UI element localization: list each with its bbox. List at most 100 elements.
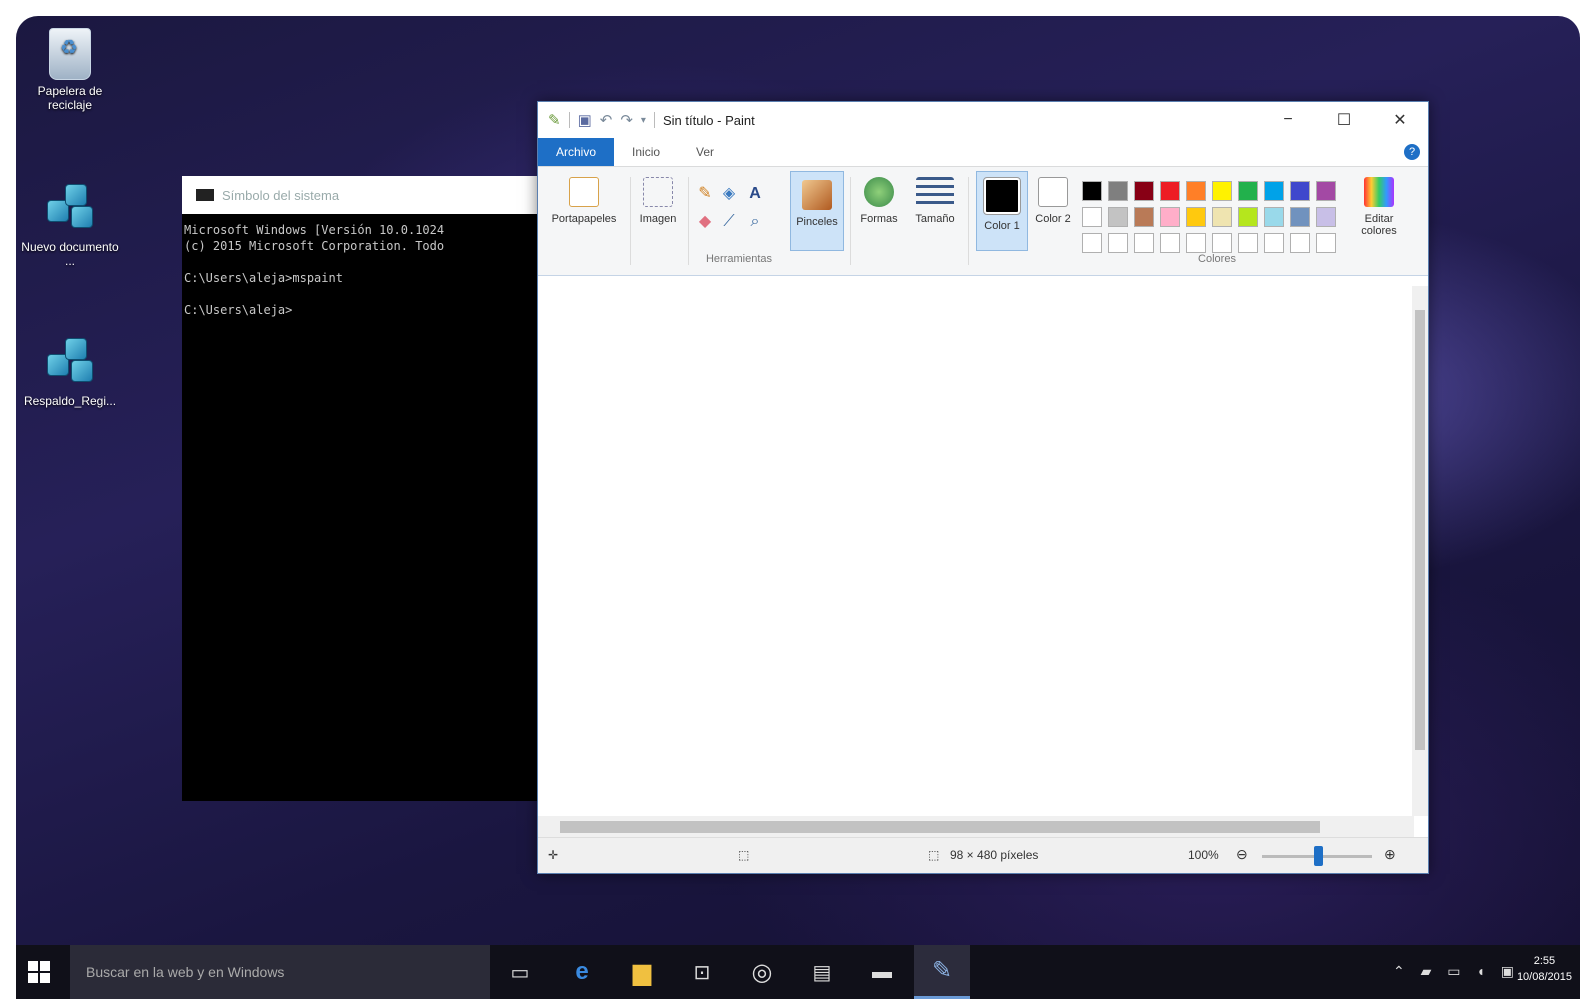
- zoom-out-button[interactable]: ⊖: [1236, 846, 1248, 863]
- clock-time: 2:55: [1533, 955, 1556, 967]
- color-swatch[interactable]: [1238, 207, 1258, 227]
- undo-icon[interactable]: ↶: [600, 111, 613, 129]
- custom-color-swatch[interactable]: [1108, 233, 1128, 253]
- color-swatch[interactable]: [1316, 207, 1336, 227]
- custom-color-swatch[interactable]: [1160, 233, 1180, 253]
- custom-color-swatch[interactable]: [1264, 233, 1284, 253]
- shapes-button[interactable]: Formas: [854, 177, 904, 225]
- image-button[interactable]: Imagen: [632, 177, 684, 225]
- color-swatch[interactable]: [1238, 181, 1258, 201]
- edge-icon[interactable]: e: [554, 945, 610, 999]
- custom-color-swatch[interactable]: [1316, 233, 1336, 253]
- search-box[interactable]: Buscar en la web y en Windows: [70, 945, 490, 999]
- maximize-button[interactable]: ☐: [1316, 102, 1372, 138]
- desktop-icon-new-document[interactable]: Nuevo documento ...: [20, 180, 120, 268]
- redo-icon[interactable]: ↷: [620, 111, 633, 129]
- cmd-taskbar-icon[interactable]: ▬: [854, 945, 910, 999]
- color-swatch[interactable]: [1186, 207, 1206, 227]
- start-button[interactable]: [28, 961, 50, 983]
- canvas-size-icon: ⬚: [928, 848, 940, 862]
- custom-color-swatch[interactable]: [1290, 233, 1310, 253]
- eraser-icon[interactable]: ◆: [696, 213, 714, 231]
- color-swatch[interactable]: [1186, 181, 1206, 201]
- clock-date: 10/08/2015: [1516, 971, 1572, 983]
- color-picker-icon[interactable]: ⟋: [720, 213, 738, 231]
- clipboard-button[interactable]: Portapapeles: [542, 177, 626, 225]
- color1-button[interactable]: Color 1: [976, 171, 1028, 251]
- minimize-button[interactable]: −: [1260, 102, 1316, 138]
- desktop-icon-registry-backup[interactable]: Respaldo_Regi...: [20, 334, 120, 408]
- custom-color-swatch[interactable]: [1186, 233, 1206, 253]
- edit-colors-button[interactable]: Editar colores: [1352, 177, 1406, 237]
- help-icon[interactable]: ?: [1404, 144, 1420, 160]
- drawing-canvas[interactable]: [538, 286, 1414, 816]
- fill-icon[interactable]: ◈: [720, 185, 738, 203]
- horizontal-scroll-thumb[interactable]: [560, 821, 1320, 833]
- clock[interactable]: 2:55 10/08/2015: [1517, 953, 1572, 985]
- save-icon[interactable]: ▣: [578, 111, 592, 129]
- paint-taskbar-icon[interactable]: ✎: [914, 945, 970, 999]
- color-swatch[interactable]: [1082, 181, 1102, 201]
- zoom-slider-thumb[interactable]: [1314, 846, 1323, 866]
- customize-dropdown-icon[interactable]: ▾: [641, 115, 646, 126]
- media-icon[interactable]: ◎: [734, 945, 790, 999]
- colors-group-label: Colores: [1198, 253, 1236, 265]
- command-prompt-window[interactable]: Símbolo del sistema Microsoft Windows [V…: [182, 176, 552, 801]
- vertical-scrollbar[interactable]: [1412, 286, 1428, 816]
- color-swatch[interactable]: [1160, 181, 1180, 201]
- tab-view[interactable]: Ver: [678, 138, 732, 166]
- cmd-icon: [196, 189, 214, 201]
- edit-colors-icon: [1364, 177, 1394, 207]
- brushes-button[interactable]: Pinceles: [790, 171, 844, 251]
- store-icon[interactable]: ⊡: [674, 945, 730, 999]
- pencil-icon[interactable]: ✎: [696, 185, 714, 203]
- window-title: Sin título - Paint: [662, 112, 755, 128]
- color-swatch[interactable]: [1264, 181, 1284, 201]
- magnifier-icon[interactable]: ⌕: [746, 213, 764, 231]
- video-icon[interactable]: ▤: [794, 945, 850, 999]
- system-tray[interactable]: ⌃ ▰ ▭ ◖ ▣: [1393, 963, 1520, 980]
- tab-home[interactable]: Inicio: [614, 138, 678, 166]
- color2-button[interactable]: Color 2: [1032, 177, 1074, 225]
- ribbon: Portapapeles Imagen ✎ ◈ A ◆ ⟋ ⌕ Herramie…: [538, 166, 1428, 276]
- brush-icon: [802, 180, 832, 210]
- color-swatch[interactable]: [1212, 181, 1232, 201]
- horizontal-scrollbar[interactable]: [538, 816, 1414, 838]
- color-swatch[interactable]: [1134, 181, 1154, 201]
- vertical-scroll-thumb[interactable]: [1415, 310, 1425, 750]
- shapes-icon: [864, 177, 894, 207]
- paint-window[interactable]: ✎ ▣ ↶ ↷ ▾ Sin título - Paint − ☐ ✕ Archi…: [537, 101, 1429, 874]
- color-swatch[interactable]: [1108, 181, 1128, 201]
- zoom-in-button[interactable]: ⊕: [1384, 846, 1396, 863]
- cmd-titlebar[interactable]: Símbolo del sistema: [182, 176, 552, 214]
- custom-color-swatch[interactable]: [1238, 233, 1258, 253]
- canvas-size-text: 98 × 480 píxeles: [950, 848, 1039, 862]
- color-swatch[interactable]: [1134, 207, 1154, 227]
- desktop-icon-recycle-bin[interactable]: Papelera de reciclaje: [20, 28, 120, 112]
- tools-group-label: Herramientas: [705, 253, 773, 265]
- custom-color-swatch[interactable]: [1212, 233, 1232, 253]
- select-icon: [643, 177, 673, 207]
- color-swatch[interactable]: [1316, 181, 1336, 201]
- color-swatch[interactable]: [1212, 207, 1232, 227]
- status-bar: ✛ ⬚ ⬚ 98 × 480 píxeles 100% ⊖ ⊕: [538, 837, 1428, 873]
- color-swatch[interactable]: [1108, 207, 1128, 227]
- paint-titlebar[interactable]: ✎ ▣ ↶ ↷ ▾ Sin título - Paint − ☐ ✕: [538, 102, 1428, 138]
- cursor-position-icon: ✛: [548, 848, 559, 862]
- text-icon[interactable]: A: [746, 185, 764, 203]
- taskbar: Buscar en la web y en Windows ▭ e ▆ ⊡ ◎ …: [16, 945, 1580, 999]
- tab-file[interactable]: Archivo: [538, 138, 615, 166]
- custom-color-swatch[interactable]: [1134, 233, 1154, 253]
- color-swatch[interactable]: [1290, 207, 1310, 227]
- color-swatch[interactable]: [1082, 207, 1102, 227]
- recycle-bin-icon: [49, 28, 91, 80]
- color-swatch[interactable]: [1264, 207, 1284, 227]
- close-button[interactable]: ✕: [1372, 102, 1428, 138]
- custom-color-swatch[interactable]: [1082, 233, 1102, 253]
- cmd-output[interactable]: Microsoft Windows [Versión 10.0.1024 (c)…: [182, 214, 552, 318]
- file-explorer-icon[interactable]: ▆: [614, 945, 670, 999]
- size-button[interactable]: Tamaño: [908, 177, 962, 225]
- color-swatch[interactable]: [1290, 181, 1310, 201]
- task-view-icon[interactable]: ▭: [492, 945, 548, 999]
- color-swatch[interactable]: [1160, 207, 1180, 227]
